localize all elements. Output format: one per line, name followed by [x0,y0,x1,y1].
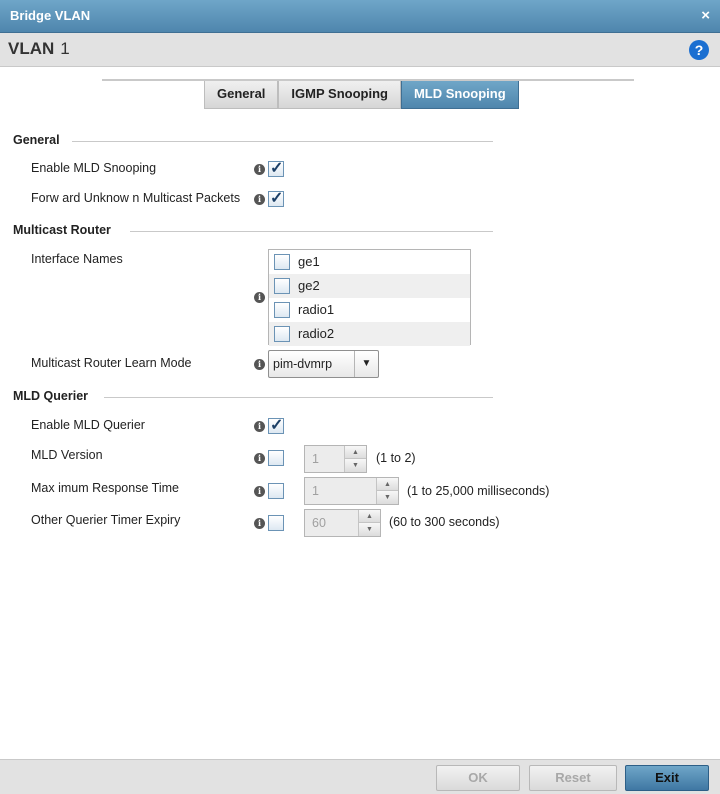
interface-checkbox-ge1[interactable] [274,254,290,270]
interface-checkbox-radio1[interactable] [274,302,290,318]
info-icon[interactable]: i [254,164,265,175]
stepper-up-icon[interactable]: ▲ [358,510,380,523]
other-querier-range: (60 to 300 seconds) [389,515,500,529]
chevron-down-icon[interactable]: ▼ [354,351,378,377]
max-response-checkbox[interactable] [268,483,284,499]
help-icon[interactable]: ? [689,40,709,60]
stepper-up-icon[interactable]: ▲ [344,446,366,459]
mld-version-value: 1 [312,452,319,466]
interface-name: radio1 [298,302,335,317]
list-item[interactable]: radio2 [269,322,470,346]
section-mld-querier-heading: MLD Querier [13,389,89,403]
interface-names-label: Interface Names [31,252,123,266]
mld-version-label: MLD Version [31,448,103,462]
max-response-stepper[interactable]: 1 ▲ ▼ [304,477,399,505]
list-item[interactable]: ge1 [269,250,470,274]
tab-mld-snooping[interactable]: MLD Snooping [400,81,519,109]
section-mld-querier-divider [104,397,493,398]
section-general-heading: General [13,133,60,147]
mld-version-stepper[interactable]: 1 ▲ ▼ [304,445,367,473]
max-response-value: 1 [312,484,319,498]
window-titlebar: Bridge VLAN × [0,0,720,33]
tab-general[interactable]: General [204,81,279,109]
enable-querier-checkbox[interactable]: ✓ [268,417,284,434]
section-multicast-router-divider [130,231,493,232]
learn-mode-value: pim-dvmrp [273,357,333,371]
max-response-label: Max imum Response Time [31,481,179,495]
mld-version-range: (1 to 2) [376,451,416,465]
section-general-divider [72,141,493,142]
vlan-id: 1 [60,39,70,58]
interface-checkbox-ge2[interactable] [274,278,290,294]
section-multicast-router-heading: Multicast Router [13,223,111,237]
checkmark-icon: ✓ [270,417,284,434]
info-icon[interactable]: i [254,421,265,432]
vlan-header: VLAN 1 ? [0,33,720,67]
other-querier-checkbox[interactable] [268,515,284,531]
enable-mld-snooping-label: Enable MLD Snooping [31,161,157,175]
info-icon[interactable]: i [254,292,265,303]
exit-button[interactable]: Exit [625,765,709,791]
stepper-up-icon[interactable]: ▲ [376,478,398,491]
tab-igmp-snooping[interactable]: IGMP Snooping [278,81,401,109]
info-icon[interactable]: i [254,486,265,497]
tab-bar: General IGMP Snooping MLD Snooping [204,81,519,109]
info-icon[interactable]: i [254,518,265,529]
list-item[interactable]: radio1 [269,298,470,322]
learn-mode-select[interactable]: pim-dvmrp ▼ [268,350,379,378]
learn-mode-label: Multicast Router Learn Mode [31,356,192,370]
interface-name: radio2 [298,326,335,341]
enable-mld-snooping-checkbox[interactable]: ✓ [268,160,284,177]
close-icon[interactable]: × [701,7,710,24]
reset-button[interactable]: Reset [529,765,617,791]
stepper-down-icon[interactable]: ▼ [376,491,398,504]
interface-name: ge1 [298,254,320,269]
info-icon[interactable]: i [254,359,265,370]
list-item[interactable]: ge2 [269,274,470,298]
dialog-footer: OK Reset Exit [0,759,720,794]
mld-version-checkbox[interactable] [268,450,284,466]
interface-checkbox-radio2[interactable] [274,326,290,342]
enable-querier-label: Enable MLD Querier [31,418,145,432]
vlan-label: VLAN [8,39,55,58]
forward-unknown-label: Forw ard Unknow n Multicast Packets [31,191,241,205]
checkmark-icon: ✓ [270,190,284,207]
window-title: Bridge VLAN [10,8,91,23]
max-response-range: (1 to 25,000 milliseconds) [407,484,550,498]
vlan-title: VLAN 1 [8,39,70,59]
checkmark-icon: ✓ [270,160,284,177]
other-querier-value: 60 [312,516,326,530]
info-icon[interactable]: i [254,194,265,205]
ok-button[interactable]: OK [436,765,520,791]
interface-name: ge2 [298,278,320,293]
other-querier-label: Other Querier Timer Expiry [31,513,181,527]
interface-list: ge1 ge2 radio1 radio2 [268,249,471,346]
info-icon[interactable]: i [254,453,265,464]
stepper-down-icon[interactable]: ▼ [344,459,366,472]
other-querier-stepper[interactable]: 60 ▲ ▼ [304,509,381,537]
forward-unknown-checkbox[interactable]: ✓ [268,190,284,207]
stepper-down-icon[interactable]: ▼ [358,523,380,536]
